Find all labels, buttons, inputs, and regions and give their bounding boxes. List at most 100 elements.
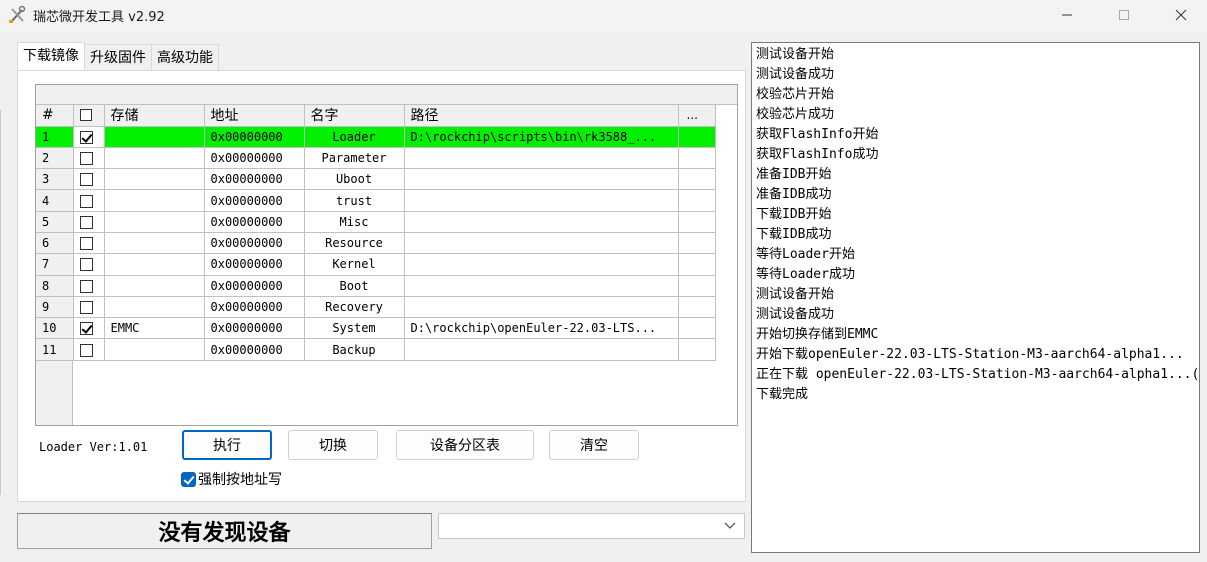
row-checkbox[interactable] bbox=[79, 343, 93, 357]
tab-download-image[interactable]: 下载镜像 bbox=[17, 42, 85, 70]
maximize-icon bbox=[1119, 10, 1129, 20]
row-name: Recovery bbox=[304, 296, 405, 319]
clear-button[interactable]: 清空 bbox=[549, 430, 639, 460]
row-number: 6 bbox=[36, 232, 74, 255]
row-more[interactable] bbox=[678, 338, 716, 361]
row-more[interactable] bbox=[678, 317, 716, 340]
row-checkbox-cell[interactable] bbox=[73, 253, 105, 276]
row-checkbox-cell[interactable] bbox=[73, 275, 105, 297]
row-path[interactable] bbox=[404, 232, 679, 255]
row-more[interactable] bbox=[678, 211, 716, 233]
row-checkbox-cell[interactable] bbox=[73, 317, 105, 340]
row-more[interactable] bbox=[678, 296, 716, 319]
row-path[interactable] bbox=[404, 211, 679, 233]
row-storage bbox=[104, 232, 205, 255]
table-row[interactable]: 11 0x00000000 Backup bbox=[36, 338, 716, 361]
loader-version: Loader Ver:1.01 bbox=[39, 440, 148, 454]
force-address-option[interactable]: 强制按地址写 bbox=[181, 469, 282, 489]
row-more[interactable] bbox=[678, 189, 716, 212]
row-path[interactable]: D:\rockchip\scripts\bin\rk3588_... bbox=[404, 126, 679, 148]
row-address: 0x00000000 bbox=[204, 253, 305, 276]
row-more[interactable] bbox=[678, 275, 716, 297]
row-checkbox-cell[interactable] bbox=[73, 338, 105, 361]
select-all-checkbox[interactable] bbox=[79, 109, 92, 122]
log-output[interactable]: 测试设备开始 测试设备成功 校验芯片开始 校验芯片成功 获取FlashInfo开始 获取F… bbox=[751, 42, 1200, 553]
table-row[interactable]: 9 0x00000000 Recovery bbox=[36, 296, 716, 319]
col-more-header: ... bbox=[678, 105, 716, 127]
table-row[interactable]: 3 0x00000000 Uboot bbox=[36, 168, 716, 191]
row-checkbox[interactable] bbox=[79, 173, 93, 187]
row-address: 0x00000000 bbox=[204, 211, 305, 233]
table-row[interactable]: 2 0x00000000 Parameter bbox=[36, 147, 716, 170]
partition-table-button[interactable]: 设备分区表 bbox=[396, 430, 534, 460]
log-line: 下载IDB开始 bbox=[756, 207, 832, 222]
col-address-header: 地址 bbox=[204, 105, 305, 127]
row-path[interactable] bbox=[404, 296, 679, 319]
row-checkbox[interactable] bbox=[79, 194, 93, 208]
row-address: 0x00000000 bbox=[204, 189, 305, 212]
log-line: 校验芯片开始 bbox=[756, 87, 835, 102]
close-button[interactable] bbox=[1158, 0, 1204, 30]
row-more[interactable] bbox=[678, 253, 716, 276]
row-number: 8 bbox=[36, 275, 74, 297]
row-address: 0x00000000 bbox=[204, 147, 305, 170]
log-line: 获取FlashInfo开始 bbox=[756, 127, 879, 142]
row-path[interactable]: D:\rockchip\openEuler-22.03-LTS... bbox=[404, 317, 679, 340]
row-checkbox-cell[interactable] bbox=[73, 232, 105, 255]
row-more[interactable] bbox=[678, 147, 716, 170]
row-checkbox[interactable] bbox=[79, 151, 93, 165]
row-more[interactable] bbox=[678, 232, 716, 255]
row-path[interactable] bbox=[404, 253, 679, 276]
row-more[interactable] bbox=[678, 168, 716, 191]
table-row[interactable]: 8 0x00000000 Boot bbox=[36, 275, 716, 297]
col-path-header: 路径 bbox=[404, 105, 679, 127]
row-checkbox[interactable] bbox=[79, 322, 93, 336]
row-name: Boot bbox=[304, 275, 405, 297]
row-checkbox-cell[interactable] bbox=[73, 296, 105, 319]
row-checkbox[interactable] bbox=[79, 215, 93, 229]
row-checkbox-cell[interactable] bbox=[73, 126, 105, 148]
close-icon bbox=[1175, 9, 1187, 21]
table-row[interactable]: 6 0x00000000 Resource bbox=[36, 232, 716, 255]
row-storage bbox=[104, 168, 205, 191]
row-checkbox-cell[interactable] bbox=[73, 147, 105, 170]
tab-bar: 下载镜像 升级固件 高级功能 bbox=[17, 42, 219, 70]
row-path[interactable] bbox=[404, 189, 679, 212]
log-line: 正在下载 openEuler-22.03-LTS-Station-M3-aarc… bbox=[756, 367, 1200, 382]
row-checkbox[interactable] bbox=[79, 301, 93, 315]
table-row[interactable]: 4 0x00000000 trust bbox=[36, 189, 716, 212]
col-num-header: # bbox=[36, 105, 74, 127]
row-checkbox[interactable] bbox=[79, 279, 93, 293]
table-row[interactable]: 5 0x00000000 Misc bbox=[36, 211, 716, 233]
row-checkbox-cell[interactable] bbox=[73, 189, 105, 212]
log-line: 准备IDB开始 bbox=[756, 167, 832, 182]
row-checkbox-cell[interactable] bbox=[73, 168, 105, 191]
execute-button[interactable]: 执行 bbox=[182, 430, 272, 460]
minimize-button[interactable] bbox=[1044, 0, 1090, 30]
table-row[interactable]: 7 0x00000000 Kernel bbox=[36, 253, 716, 276]
switch-button[interactable]: 切换 bbox=[288, 430, 378, 460]
row-checkbox[interactable] bbox=[79, 237, 93, 251]
row-more[interactable] bbox=[678, 126, 716, 148]
table-row[interactable]: 10 EMMC 0x00000000 System D:\rockchip\openEu… bbox=[36, 317, 716, 340]
row-storage bbox=[104, 189, 205, 212]
row-path[interactable] bbox=[404, 275, 679, 297]
image-table: # 存储 地址 名字 路径 ... 1 0x00000000 Loader D:\ro… bbox=[36, 105, 716, 361]
tab-advanced[interactable]: 高级功能 bbox=[152, 44, 219, 70]
row-checkbox[interactable] bbox=[79, 258, 93, 272]
row-number: 10 bbox=[36, 317, 74, 340]
row-path[interactable] bbox=[404, 168, 679, 191]
row-checkbox-cell[interactable] bbox=[73, 211, 105, 233]
row-path[interactable] bbox=[404, 147, 679, 170]
row-address: 0x00000000 bbox=[204, 296, 305, 319]
table-row[interactable]: 1 0x00000000 Loader D:\rockchip\scripts\bin… bbox=[36, 126, 716, 148]
device-select[interactable] bbox=[438, 513, 745, 539]
row-path[interactable] bbox=[404, 338, 679, 361]
maximize-button[interactable] bbox=[1101, 0, 1147, 30]
row-checkbox[interactable] bbox=[79, 130, 93, 144]
col-check-header[interactable] bbox=[73, 105, 105, 127]
row-number: 7 bbox=[36, 253, 74, 276]
row-name: Loader bbox=[304, 126, 405, 148]
tab-upgrade-firmware[interactable]: 升级固件 bbox=[85, 44, 152, 70]
force-address-checkbox[interactable] bbox=[181, 471, 196, 487]
